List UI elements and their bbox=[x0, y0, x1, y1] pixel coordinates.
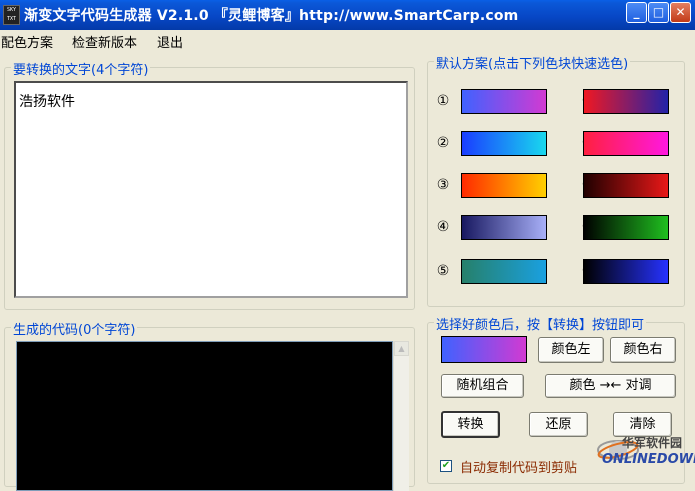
watermark-cn-text: 华军软件园 bbox=[622, 436, 683, 450]
preset-number-1: ① bbox=[436, 93, 450, 109]
right-color-button[interactable]: 颜色右 bbox=[610, 337, 676, 363]
preset-swatch-4[interactable] bbox=[461, 215, 547, 240]
preset-number-5: ⑤ bbox=[436, 263, 450, 279]
close-button[interactable]: ✕ bbox=[670, 2, 691, 23]
auto-copy-label: 自动复制代码到剪贴 bbox=[460, 461, 578, 476]
convert-button[interactable]: 转换 bbox=[441, 411, 500, 438]
preset-swatch-9[interactable] bbox=[583, 215, 669, 240]
presets-group: 默认方案(点击下列色块快速选色) ①②③④⑤⑥⑦⑧⑨⑩ bbox=[427, 53, 685, 307]
input-group-title: 要转换的文字(4个字符) bbox=[11, 59, 151, 78]
app-icon: SKY TXT bbox=[3, 5, 20, 25]
preset-swatch-2[interactable] bbox=[461, 131, 547, 156]
maximize-button[interactable]: □ bbox=[648, 2, 669, 23]
random-combo-button[interactable]: 随机组合 bbox=[441, 374, 524, 398]
current-color-swatch[interactable] bbox=[441, 336, 527, 363]
output-group-title: 生成的代码(0个字符) bbox=[11, 319, 138, 338]
presets-group-title: 默认方案(点击下列色块快速选色) bbox=[434, 53, 631, 72]
output-code-area[interactable] bbox=[16, 341, 393, 491]
preset-number-3: ③ bbox=[436, 177, 450, 193]
output-group: 生成的代码(0个字符) ▲ bbox=[4, 319, 415, 491]
window-title: 渐变文字代码生成器 V2.1.0 『灵鲤博客』http://www.SmartC… bbox=[24, 8, 519, 24]
preset-swatch-5[interactable] bbox=[461, 259, 547, 284]
menu-color-schemes[interactable]: 配色方案 bbox=[1, 32, 53, 51]
preset-swatch-7[interactable] bbox=[583, 131, 669, 156]
scroll-up-icon[interactable]: ▲ bbox=[394, 341, 409, 356]
preset-number-4: ④ bbox=[436, 219, 450, 235]
preset-number-2: ② bbox=[436, 135, 450, 151]
restore-button[interactable]: 还原 bbox=[529, 412, 588, 437]
menu-bar: 配色方案 检查新版本 退出 bbox=[0, 30, 695, 51]
preset-swatch-10[interactable] bbox=[583, 259, 669, 284]
input-group: 要转换的文字(4个字符) 浩扬软件 bbox=[4, 59, 415, 310]
controls-group-title: 选择好颜色后，按【转换】按钮即可 bbox=[434, 314, 647, 333]
preset-swatch-1[interactable] bbox=[461, 89, 547, 114]
preset-swatch-8[interactable] bbox=[583, 173, 669, 198]
minimize-button[interactable]: _ bbox=[626, 2, 647, 23]
preset-swatch-3[interactable] bbox=[461, 173, 547, 198]
preset-swatch-6[interactable] bbox=[583, 89, 669, 114]
title-bar: SKY TXT 渐变文字代码生成器 V2.1.0 『灵鲤博客』http://ww… bbox=[0, 0, 695, 30]
menu-check-update[interactable]: 检查新版本 bbox=[72, 32, 137, 51]
menu-exit[interactable]: 退出 bbox=[157, 32, 183, 51]
auto-copy-checkbox[interactable]: ✔ bbox=[440, 460, 452, 472]
swap-colors-button[interactable]: 颜色 →← 对调 bbox=[545, 374, 676, 398]
input-text-area[interactable]: 浩扬软件 bbox=[14, 81, 408, 298]
left-color-button[interactable]: 颜色左 bbox=[538, 337, 604, 363]
watermark-en-text: ONLINEDOWN bbox=[602, 452, 695, 467]
watermark-logo: 华军软件园 ONLINEDOWN bbox=[596, 432, 695, 484]
output-scrollbar[interactable]: ▲ bbox=[393, 341, 409, 491]
checkmark-icon: ✔ bbox=[441, 460, 451, 471]
